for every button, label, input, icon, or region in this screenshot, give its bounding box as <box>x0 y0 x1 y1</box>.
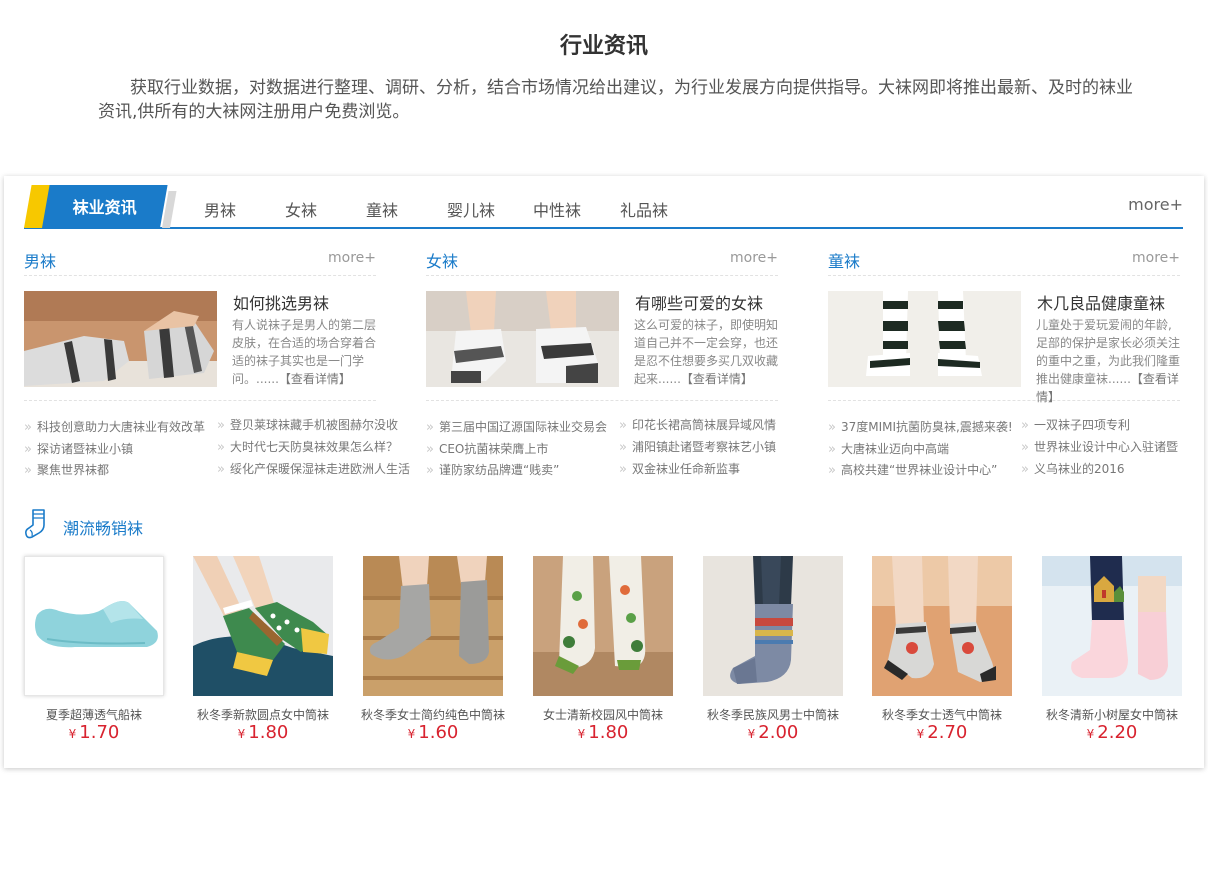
news-link[interactable]: CEO抗菌袜荣膺上市 <box>426 440 548 457</box>
tabs-more-link[interactable]: more+ <box>1128 195 1183 214</box>
view-details-link[interactable]: 【查看详情】 <box>681 372 753 386</box>
news-link[interactable]: 一双袜子四项专利 <box>1021 416 1130 433</box>
tab-socks-news[interactable]: 袜业资讯 <box>42 185 168 228</box>
category-tab-bar: 袜业资讯 男袜 女袜 童袜 婴儿袜 中性袜 礼品袜 more+ <box>24 185 1183 229</box>
product-image[interactable] <box>1042 556 1182 696</box>
tab-gift[interactable]: 礼品袜 <box>620 197 668 221</box>
product-name[interactable]: 秋冬季新款圆点女中筒袜 <box>188 706 338 723</box>
page-title: 行业资讯 <box>559 34 648 59</box>
news-link[interactable]: 大时代七天防臭袜效果怎么样？ <box>217 438 398 455</box>
product-price: ¥2.20 <box>1086 722 1138 743</box>
featured-article-summary: 儿童处于爱玩爱闹的年龄,足部的保护是家长必须关注的重中之重，为此我们隆重推出健康… <box>1036 318 1181 404</box>
featured-article: 如何挑选男袜 有人说袜子是男人的第二层皮肤，在合适的场合穿着合适的袜子其实也是一… <box>24 276 376 401</box>
news-link[interactable]: 登贝莱球袜藏手机被图赫尔没收 <box>217 416 398 433</box>
tab-men[interactable]: 男袜 <box>204 197 236 221</box>
product-image[interactable] <box>24 556 164 696</box>
news-link[interactable]: 双金袜业任命新监事 <box>619 460 740 477</box>
news-link[interactable]: 印花长裙高筒袜展异域风情 <box>619 416 776 433</box>
product-name[interactable]: 秋冬清新小树屋女中筒袜 <box>1037 706 1187 723</box>
featured-article-image[interactable] <box>828 291 1021 387</box>
featured-article-title[interactable]: 有哪些可爱的女袜 <box>635 290 763 314</box>
tab-baby[interactable]: 婴儿袜 <box>447 197 495 221</box>
sock-icon <box>25 509 45 539</box>
column-more-link[interactable]: more+ <box>1132 250 1180 266</box>
product-price: ¥1.80 <box>577 722 629 743</box>
featured-article-image[interactable] <box>426 291 619 387</box>
hot-sellers-title: 潮流畅销袜 <box>63 519 144 538</box>
column-title: 童袜 <box>828 252 861 271</box>
news-link[interactable]: 大唐袜业迈向中高端 <box>828 440 949 457</box>
product-image[interactable] <box>872 556 1012 696</box>
view-details-link[interactable]: 【查看详情】 <box>279 372 351 386</box>
column-title: 男袜 <box>24 252 57 271</box>
product-name[interactable]: 秋冬季民族风男士中筒袜 <box>698 706 848 723</box>
news-link[interactable]: 第三届中国辽源国际袜业交易会 <box>426 418 607 435</box>
product-price: ¥1.60 <box>407 722 459 743</box>
column-header: 童袜 more+ <box>828 242 1180 276</box>
product-price: ¥1.80 <box>237 722 289 743</box>
product-name[interactable]: 女士清新校园风中筒袜 <box>528 706 678 723</box>
column-title: 女袜 <box>426 252 459 271</box>
news-column-men: 男袜 more+ 如何挑选男袜 有人说袜子是男人的第二层皮肤，在合适的场合穿着合… <box>24 242 376 401</box>
featured-article-title[interactable]: 如何挑选男袜 <box>233 290 329 314</box>
product-image[interactable] <box>193 556 333 696</box>
news-link[interactable]: 聚焦世界袜都 <box>24 461 109 478</box>
product-price: ¥2.00 <box>747 722 799 743</box>
page-intro: 获取行业数据，对数据进行整理、调研、分析，结合市场情况给出建议，为行业发展方向提… <box>98 78 1133 122</box>
news-link[interactable]: 探访诸暨袜业小镇 <box>24 440 133 457</box>
featured-article-title[interactable]: 木几良品健康童袜 <box>1037 290 1165 314</box>
news-link[interactable]: 37度MIMI抗菌防臭袜,震撼来袭! <box>828 418 1013 435</box>
news-link[interactable]: 浦阳镇赴诸暨考察袜艺小镇 <box>619 438 776 455</box>
news-link[interactable]: 科技创意助力大唐袜业有效改革 <box>24 418 205 435</box>
tab-kids[interactable]: 童袜 <box>366 197 398 221</box>
news-link[interactable]: 义乌袜业的2016 <box>1021 460 1125 477</box>
featured-article-image[interactable] <box>24 291 217 387</box>
news-link[interactable]: 高校共建“世界袜业设计中心” <box>828 461 997 478</box>
news-panel: 袜业资讯 男袜 女袜 童袜 婴儿袜 中性袜 礼品袜 more+ 男袜 more+ <box>4 176 1204 768</box>
featured-article: 有哪些可爱的女袜 这么可爱的袜子，即使明知道自己并不一定会穿，也还是忍不住想要多… <box>426 276 778 401</box>
column-more-link[interactable]: more+ <box>730 250 778 266</box>
news-link[interactable]: 谨防家纺品牌遭“贱卖” <box>426 461 559 478</box>
product-price: ¥2.70 <box>916 722 968 743</box>
news-column-kids: 童袜 more+ 木几良品健康童袜 儿童处于爱玩爱闹的年龄,足部的保护是家长必须… <box>828 242 1180 404</box>
featured-article: 木几良品健康童袜 儿童处于爱玩爱闹的年龄,足部的保护是家长必须关注的重中之重，为… <box>828 276 1180 404</box>
product-image[interactable] <box>363 556 503 696</box>
news-link[interactable]: 世界袜业设计中心入驻诸暨 <box>1021 438 1178 455</box>
product-name[interactable]: 秋冬季女士简约纯色中筒袜 <box>358 706 508 723</box>
column-more-link[interactable]: more+ <box>328 250 376 266</box>
news-link[interactable]: 绥化产保暖保湿袜走进欧洲人生活 <box>217 460 410 477</box>
column-header: 男袜 more+ <box>24 242 376 276</box>
featured-article-summary: 有人说袜子是男人的第二层皮肤，在合适的场合穿着合适的袜子其实也是一门学问。...… <box>232 318 377 386</box>
column-header: 女袜 more+ <box>426 242 778 276</box>
hot-sellers-header: 潮流畅销袜 <box>24 506 1183 544</box>
product-image[interactable] <box>533 556 673 696</box>
tab-unisex[interactable]: 中性袜 <box>533 197 581 221</box>
product-price: ¥1.70 <box>68 722 120 743</box>
featured-article-summary: 这么可爱的袜子，即使明知道自己并不一定会穿，也还是忍不住想要多买几双收藏起来..… <box>634 318 779 386</box>
product-name[interactable]: 夏季超薄透气船袜 <box>19 706 169 723</box>
news-column-women: 女袜 more+ 有哪些可爱的女袜 这么可爱的袜子，即使明知道自己并不一定会穿，… <box>426 242 778 401</box>
product-name[interactable]: 秋冬季女士透气中筒袜 <box>867 706 1017 723</box>
product-image[interactable] <box>703 556 843 696</box>
tab-women[interactable]: 女袜 <box>285 197 317 221</box>
